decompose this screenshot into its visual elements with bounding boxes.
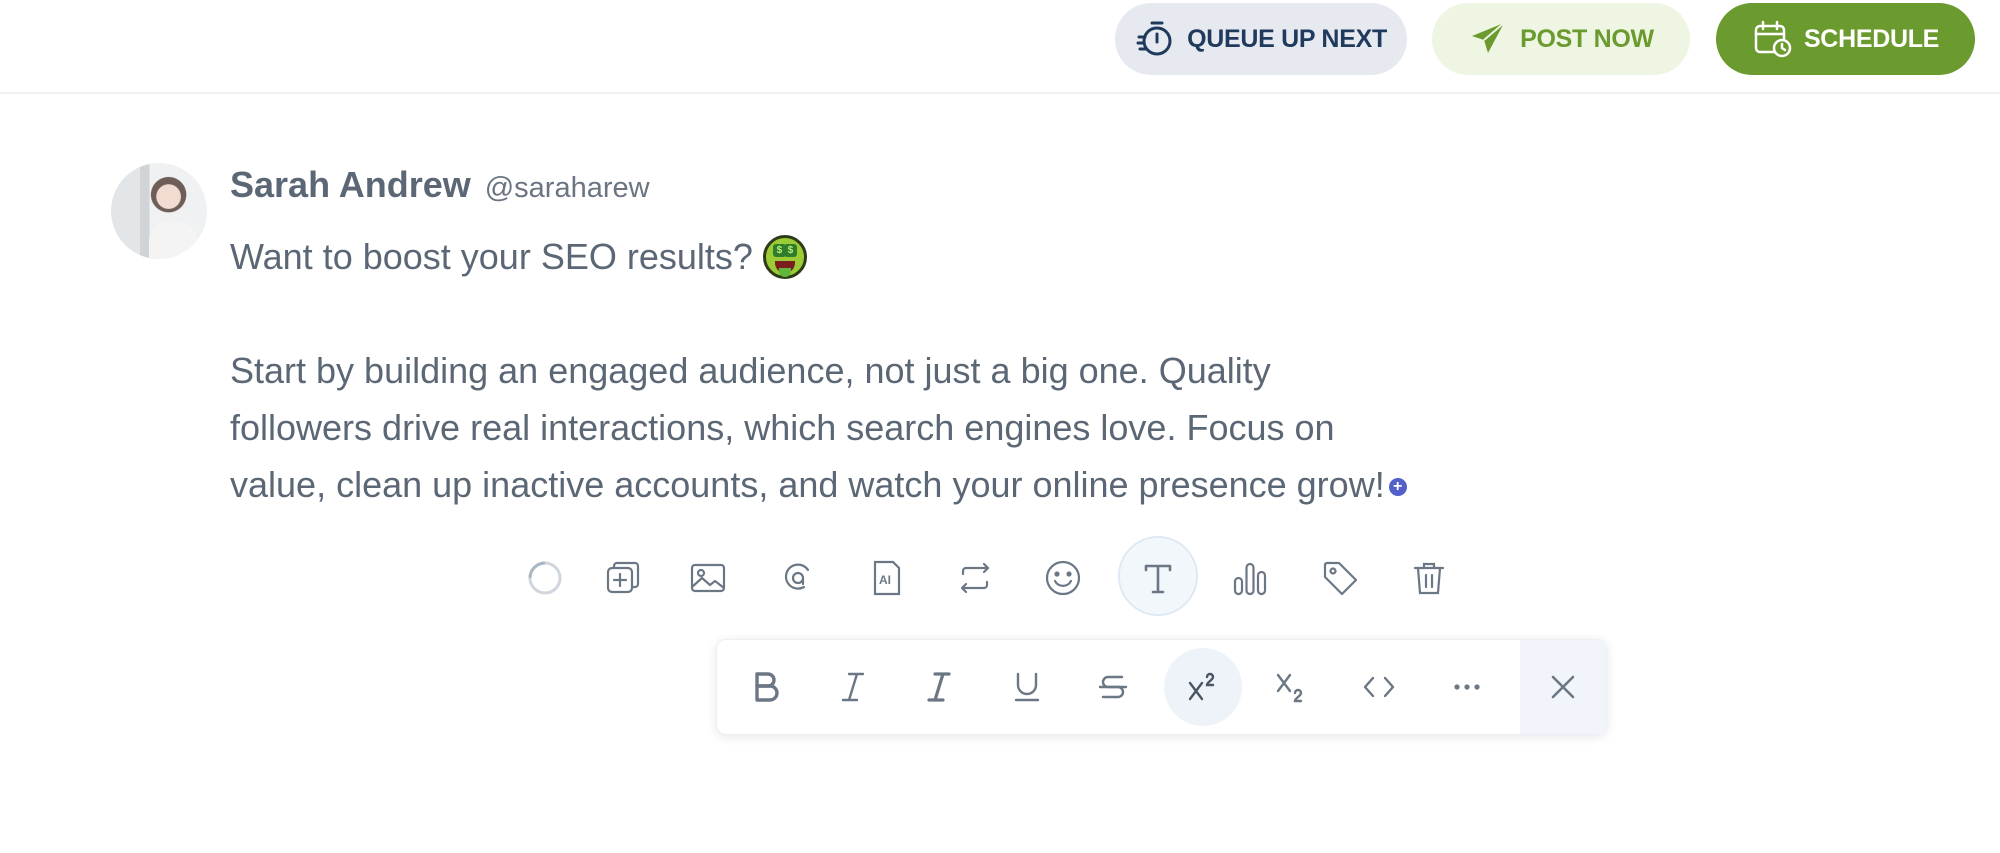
more-icon [1454, 684, 1480, 690]
code-button[interactable] [1340, 648, 1418, 726]
queue-up-next-button[interactable]: QUEUE UP NEXT [1115, 3, 1407, 75]
post-text-line-1[interactable]: Want to boost your SEO results? $ $ [230, 228, 807, 285]
subscript-icon [1276, 673, 1303, 703]
poll-button[interactable] [1210, 535, 1290, 621]
author-handle: @saraharew [484, 172, 650, 204]
image-icon [690, 563, 726, 593]
post-line-1-text: Want to boost your SEO results? [230, 236, 753, 277]
send-icon [1472, 22, 1505, 53]
schedule-button[interactable]: SCHEDULE [1716, 3, 1975, 75]
code-icon [1363, 676, 1395, 698]
post-body-line: Start by building an engaged audience, n… [230, 350, 1271, 391]
tag-icon [1323, 561, 1358, 596]
post-now-label: POST NOW [1520, 24, 1654, 53]
add-gif-button[interactable] [758, 535, 838, 621]
avatar[interactable] [111, 163, 207, 259]
tag-button[interactable] [1300, 535, 1380, 621]
delete-button[interactable] [1389, 535, 1469, 621]
money-mouth-emoji-icon: $ $ [762, 234, 807, 279]
bold-button[interactable] [727, 648, 805, 726]
schedule-label: SCHEDULE [1803, 24, 1940, 53]
post-body-line: value, clean up inactive accounts, and w… [230, 456, 1407, 513]
spinner-icon [528, 561, 562, 595]
text-format-icon [1144, 564, 1172, 594]
underline-icon [1014, 672, 1040, 702]
text-format-button[interactable] [1118, 535, 1198, 621]
strikethrough-icon [1098, 675, 1128, 699]
superscript-button[interactable] [1164, 648, 1242, 726]
ai-assist-button[interactable]: AI [847, 535, 927, 621]
timer-icon [1136, 21, 1172, 56]
add-image-button[interactable] [668, 535, 748, 621]
top-action-bar: QUEUE UP NEXT POST NOW SCHEDULE [0, 0, 2000, 94]
close-icon [1551, 675, 1575, 699]
author-name: Sarah Andrew [230, 164, 471, 205]
add-thread-icon[interactable]: + [1388, 478, 1407, 497]
poll-icon [1233, 562, 1267, 596]
bold-icon [755, 672, 779, 702]
calendar-clock-icon [1754, 20, 1792, 58]
emoji-icon [1045, 560, 1081, 596]
queue-up-next-label: QUEUE UP NEXT [1187, 24, 1387, 53]
italic-serif-icon [927, 672, 951, 702]
svg-text:AI: AI [879, 573, 891, 587]
strikethrough-button[interactable] [1074, 648, 1152, 726]
author-row: Sarah Andrew @saraharew [230, 164, 650, 206]
repost-icon [960, 562, 990, 594]
gif-icon [784, 563, 810, 590]
trash-icon [1413, 562, 1445, 595]
progress-spinner [505, 535, 585, 621]
post-body-line: followers drive real interactions, which… [230, 407, 1335, 448]
italic-button[interactable] [814, 648, 892, 726]
superscript-icon [1188, 672, 1215, 701]
repost-button[interactable] [935, 535, 1015, 621]
close-format-toolbar-button[interactable] [1520, 640, 1606, 734]
post-now-button[interactable]: POST NOW [1432, 3, 1690, 75]
add-post-icon [606, 561, 640, 594]
post-body-paragraph[interactable]: Start by building an engaged audience, n… [230, 342, 1407, 513]
emoji-button[interactable] [1023, 535, 1103, 621]
underline-button[interactable] [988, 648, 1066, 726]
italic-alt-button[interactable] [900, 648, 978, 726]
italic-icon [841, 672, 865, 702]
subscript-button[interactable] [1252, 648, 1330, 726]
text-format-toolbar [716, 639, 1607, 735]
ai-icon: AI [873, 560, 901, 596]
add-post-button[interactable] [583, 535, 663, 621]
more-button[interactable] [1428, 648, 1506, 726]
